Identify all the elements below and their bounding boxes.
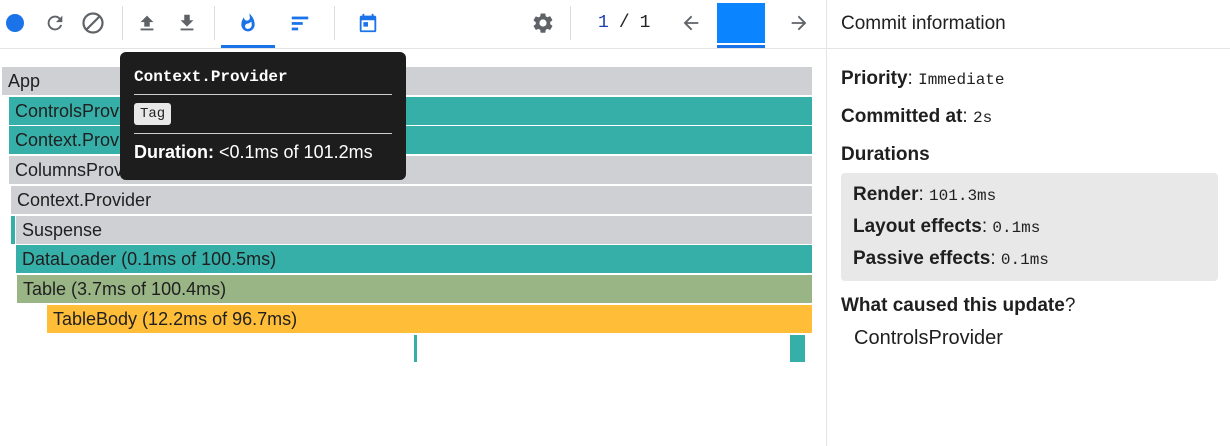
flamegraph-tooltip: Context.Provider Tag Duration: <0.1ms of…	[120, 52, 406, 180]
commit-counter: 1 / 1	[598, 0, 650, 46]
passive-effects-label: Passive effects	[853, 248, 991, 269]
flame-bar-label: TableBody (12.2ms of 96.7ms)	[53, 309, 298, 329]
flame-bar-small[interactable]	[790, 335, 805, 362]
next-commit-button[interactable]	[786, 0, 812, 46]
render-value: 101.3ms	[929, 187, 997, 205]
update-cause-component[interactable]: ControlsProvider	[854, 327, 1230, 350]
toolbar-separator	[122, 6, 123, 40]
flame-bar-label: Context.Provider	[17, 190, 152, 210]
toolbar-separator	[570, 6, 571, 40]
flame-bar-tablebody[interactable]: TableBody (12.2ms of 96.7ms)	[47, 305, 812, 333]
colon: :	[981, 216, 988, 237]
question-mark: ?	[1064, 295, 1076, 316]
commit-selected-indicator	[717, 45, 765, 48]
ranked-icon	[291, 16, 309, 31]
flame-bar-suspense[interactable]: Suspense	[16, 216, 812, 244]
committed-at-label: Committed at	[841, 106, 963, 127]
commit-separator: /	[618, 13, 630, 33]
record-icon	[6, 14, 24, 32]
render-duration-row: Render: 101.3ms	[853, 179, 1206, 211]
tab-flamegraph[interactable]	[222, 0, 274, 46]
profiler-toolbar: 1 / 1	[0, 0, 826, 49]
save-profile-button[interactable]	[174, 0, 200, 46]
colon: :	[990, 248, 996, 269]
load-profile-button[interactable]	[134, 0, 160, 46]
priority-label: Priority	[841, 68, 908, 89]
reload-and-profile-button[interactable]	[42, 0, 68, 46]
previous-commit-button[interactable]	[678, 0, 704, 46]
update-cause-label: What caused this update	[841, 295, 1065, 316]
committed-at-row: Committed at: 2s	[841, 106, 1230, 128]
record-button[interactable]	[2, 0, 28, 46]
tooltip-title: Context.Provider	[134, 68, 288, 86]
flame-bar-label: App	[8, 71, 41, 91]
commit-total: 1	[639, 13, 651, 33]
colon: :	[907, 68, 913, 89]
colon: :	[918, 184, 924, 205]
flame-bar-small[interactable]	[11, 216, 15, 244]
toolbar-separator	[334, 6, 335, 40]
reload-icon	[47, 15, 63, 31]
layout-effects-row: Layout effects: 0.1ms	[853, 211, 1206, 243]
commit-bar-selected[interactable]	[717, 3, 765, 43]
download-icon	[180, 14, 194, 31]
durations-list: Render: 101.3ms Layout effects: 0.1ms Pa…	[841, 173, 1218, 281]
layout-effects-value: 0.1ms	[992, 219, 1041, 237]
tooltip-duration-label: Duration:	[134, 142, 214, 162]
upload-icon	[140, 15, 154, 31]
tooltip-divider	[134, 94, 392, 95]
commit-info-panel: Commit information Priority: Immediate C…	[826, 0, 1230, 446]
committed-at-value: 2s	[972, 109, 993, 127]
toolbar-separator	[214, 6, 215, 40]
priority-row: Priority: Immediate	[841, 68, 1230, 90]
flame-bar-label: Suspense	[22, 220, 103, 240]
gear-icon	[533, 13, 553, 33]
flame-bar-label: DataLoader (0.1ms of 100.5ms)	[22, 249, 277, 269]
commit-current: 1	[598, 13, 609, 33]
tab-ranked[interactable]	[286, 0, 314, 46]
passive-effects-value: 0.1ms	[1000, 251, 1049, 269]
flame-icon	[241, 13, 255, 32]
render-label: Render	[853, 184, 919, 205]
active-tab-indicator	[221, 45, 275, 48]
clear-profiling-button[interactable]	[80, 0, 106, 46]
arrow-left-icon	[683, 15, 699, 31]
flame-bar-dataloader[interactable]: DataLoader (0.1ms of 100.5ms)	[16, 245, 812, 273]
panel-header: Commit information	[827, 0, 1230, 49]
durations-label: Durations	[841, 144, 930, 165]
colon: :	[962, 106, 968, 127]
flame-bar-table[interactable]: Table (3.7ms of 100.4ms)	[17, 275, 812, 303]
tooltip-duration: Duration: <0.1ms of 101.2ms	[134, 142, 392, 163]
passive-effects-row: Passive effects: 0.1ms	[853, 243, 1206, 275]
durations-heading: Durations	[841, 144, 1230, 166]
arrow-right-icon	[791, 15, 807, 31]
tooltip-tag-badge: Tag	[134, 103, 172, 125]
flame-bar-small[interactable]	[414, 335, 417, 362]
tooltip-duration-value: <0.1ms of 101.2ms	[219, 142, 373, 162]
calendar-icon	[359, 13, 377, 33]
layout-effects-label: Layout effects	[853, 216, 982, 237]
flame-bar-context-provider-2[interactable]: Context.Provider	[11, 186, 812, 214]
clear-icon	[82, 12, 104, 34]
settings-button[interactable]	[530, 0, 556, 46]
priority-value: Immediate	[918, 71, 1005, 89]
tab-timeline[interactable]	[354, 0, 382, 46]
profiler-main-panel: 1 / 1 App ControlsProvider (0.1ms of 101…	[0, 0, 826, 446]
update-cause-heading: What caused this update?	[841, 295, 1230, 317]
flame-bar-label: Table (3.7ms of 100.4ms)	[23, 279, 227, 299]
tooltip-divider	[134, 133, 392, 134]
